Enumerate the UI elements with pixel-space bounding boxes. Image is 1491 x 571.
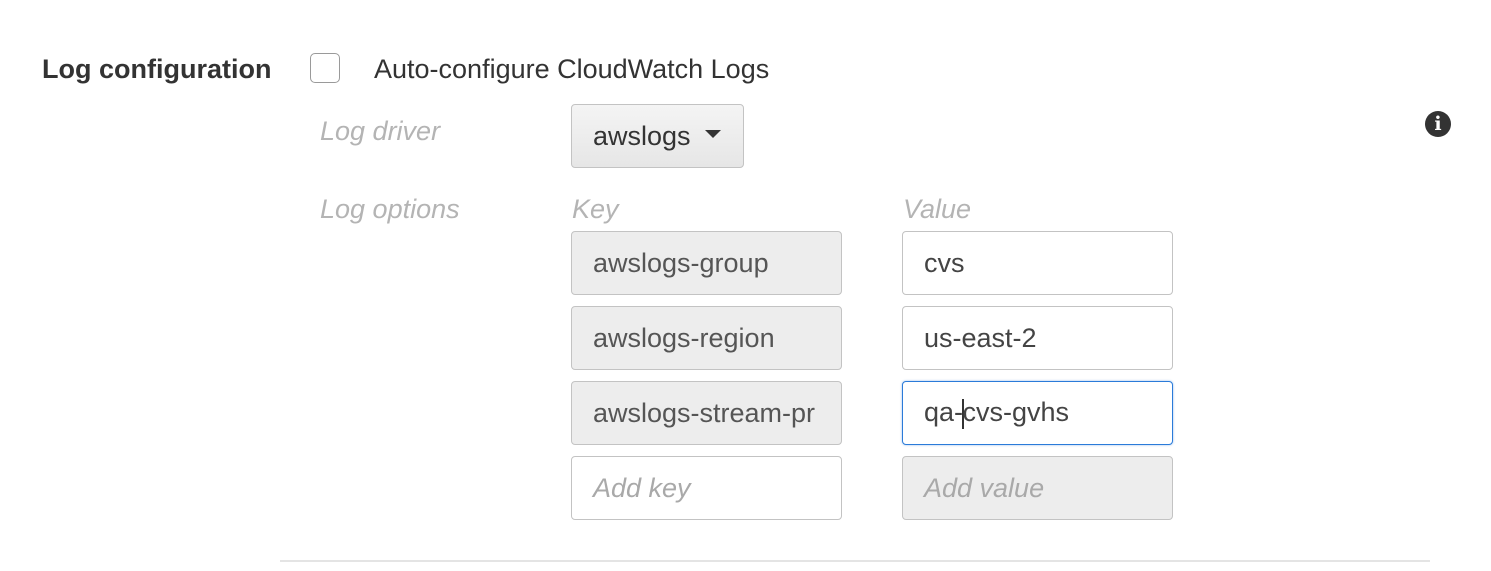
log-driver-value: awslogs [593,120,691,151]
option-value-field-focused[interactable]: qa-cvs-gvhs [902,381,1173,445]
option-value-field[interactable]: us-east-2 [902,306,1173,370]
option-key-field: awslogs-stream-pr [571,381,842,445]
option-key-field: awslogs-group [571,231,842,295]
option-value-text: qa-cvs-gvhs [924,397,1152,429]
log-options-label: Log options [320,194,460,224]
add-value-input: Add value [902,456,1173,520]
option-value-text: cvs [924,247,965,278]
option-key-text: awslogs-group [593,247,769,278]
key-column-header: Key [572,194,619,224]
info-icon[interactable]: i [1425,111,1451,137]
section-divider [280,560,1430,562]
log-driver-select[interactable]: awslogs [571,104,744,168]
option-key-text: awslogs-stream-pr [593,397,816,428]
value-text-before-cursor: qa- [924,397,964,428]
auto-configure-label[interactable]: Auto-configure CloudWatch Logs [374,52,769,86]
auto-configure-checkbox[interactable] [310,53,340,83]
value-text-after-cursor: cvs-gvhs [962,397,1070,428]
caret-down-icon [704,130,721,138]
section-title: Log configuration [42,54,272,84]
option-value-text: us-east-2 [924,322,1037,353]
add-key-input[interactable]: Add key [571,456,842,520]
add-value-placeholder: Add value [924,472,1045,503]
option-key-text: awslogs-region [593,322,775,353]
log-driver-label: Log driver [320,116,441,146]
log-configuration-panel: Log configuration Auto-configure CloudWa… [0,0,1491,571]
value-column-header: Value [903,194,972,224]
option-key-field: awslogs-region [571,306,842,370]
option-value-field[interactable]: cvs [902,231,1173,295]
add-key-placeholder: Add key [593,472,691,503]
